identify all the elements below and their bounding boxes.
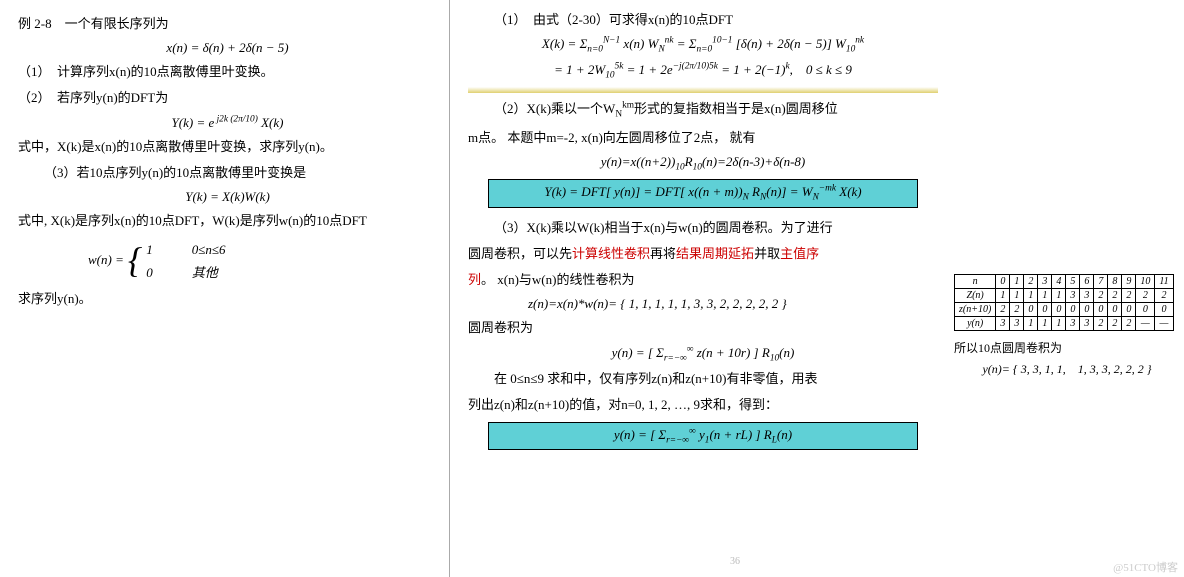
sol-3-eq1: z(n)=x(n)*w(n)= { 1, 1, 1, 1, 1, 3, 3, 2… [528,296,938,312]
left-brace-icon: { [128,242,142,278]
sol-3-eq2: y(n) = [ Σr=−∞∞ z(n + 10r) ] R10(n) [468,344,938,363]
sol-3-label: 圆周卷积为 [468,318,938,338]
sol-3-highlight-box: y(n) = [ Σr=−∞∞ y1(n + rL) ] RL(n) [488,422,918,451]
sol-3-p3: 列出z(n)和z(n+10)的值，对n=0, 1, 2, …, 9求和，得到： [468,395,938,415]
wn-row-2: 0 其他 [146,262,225,281]
example-title: 例 2-8 一个有限长序列为 [18,14,437,34]
wn-lhs: w(n) = [88,252,124,268]
question-2: （2） 若序列y(n)的DFT为 [18,88,437,108]
table-column: n 0123456789 1011 Z(n) 1111133222 22 z(n… [950,0,1184,577]
sol-1-eq2: = 1 + 2W105k = 1 + 2e−j(2π/10)5k = 1 + 2… [468,59,938,81]
sol-1-title: （1） 由式（2-30）可求得x(n)的10点DFT [468,10,938,30]
eq-Yk-exp: Y(k) = e j2k (2π/10) X(k) [18,114,437,130]
right-note: 所以10点圆周卷积为 [954,339,1180,356]
sol-2-highlight-box: Y(k) = DFT[ y(n)] = DFT[ x((n + m))N RN(… [488,179,918,208]
sol-3-p2: 在 0≤n≤9 求和中，仅有序列z(n)和z(n+10)有非零值，用表 [468,369,938,389]
sol-2-eq1: y(n)=x((n+2))10R10(n)=2δ(n-3)+δ(n-8) [468,154,938,173]
question-3: （3）若10点序列y(n)的10点离散傅里叶变换是 [18,163,437,183]
right-result: y(n)= { 3, 3, 1, 1, 1, 3, 3, 2, 2, 2 } [954,360,1180,377]
table-row: z(n+10) 2200000000 00 [955,303,1174,317]
value-table: n 0123456789 1011 Z(n) 1111133222 22 z(n… [954,274,1174,331]
table-row: Z(n) 1111133222 22 [955,289,1174,303]
sol-3-p1a: （3）X(k)乘以W(k)相当于x(n)与w(n)的圆周卷积。为了进行 [468,218,938,238]
solution-column: （1） 由式（2-30）可求得x(n)的10点DFT X(k) = Σn=0N−… [450,0,950,577]
note-2: 式中, X(k)是序列x(n)的10点DFT，W(k)是序列w(n)的10点DF… [18,211,437,231]
divider-1 [468,87,938,93]
sol-3-p1b: 圆周卷积，可以先计算线性卷积再将结果周期延拓并取主值序 [468,244,938,264]
note-1: 式中，X(k)是x(n)的10点离散傅里叶变换，求序列y(n)。 [18,137,437,157]
page-number: 36 [730,556,740,567]
sol-3-p1c: 列。 x(n)与w(n)的线性卷积为 [468,270,938,290]
eq-wn-definition: w(n) = { 1 0≤n≤6 0 其他 [88,237,437,283]
th-n: n [955,275,996,289]
sol-2-p2: m点。 本题中m=-2, x(n)向左圆周移位了2点， 就有 [468,128,938,148]
wn-row-1: 1 0≤n≤6 [146,239,225,258]
table-header-row: n 0123456789 1011 [955,275,1174,289]
sol-1-eq1: X(k) = Σn=0N−1 x(n) WNnk = Σn=010−1 [δ(n… [468,36,938,55]
question-1: （1） 计算序列x(n)的10点离散傅里叶变换。 [18,62,437,82]
watermark: @51CTO博客 [1113,559,1178,575]
eq-xn: x(n) = δ(n) + 2δ(n − 5) [18,40,437,56]
table-row: y(n) 3311133222 —— [955,317,1174,331]
problem-column: 例 2-8 一个有限长序列为 x(n) = δ(n) + 2δ(n − 5) （… [0,0,450,577]
eq-Yk-XkWk: Y(k) = X(k)W(k) [18,189,437,205]
sol-2-p1: （2）X(k)乘以一个WNkm形式的复指数相当于是x(n)圆周移位 [468,99,938,122]
ask-yn: 求序列y(n)。 [18,289,437,309]
